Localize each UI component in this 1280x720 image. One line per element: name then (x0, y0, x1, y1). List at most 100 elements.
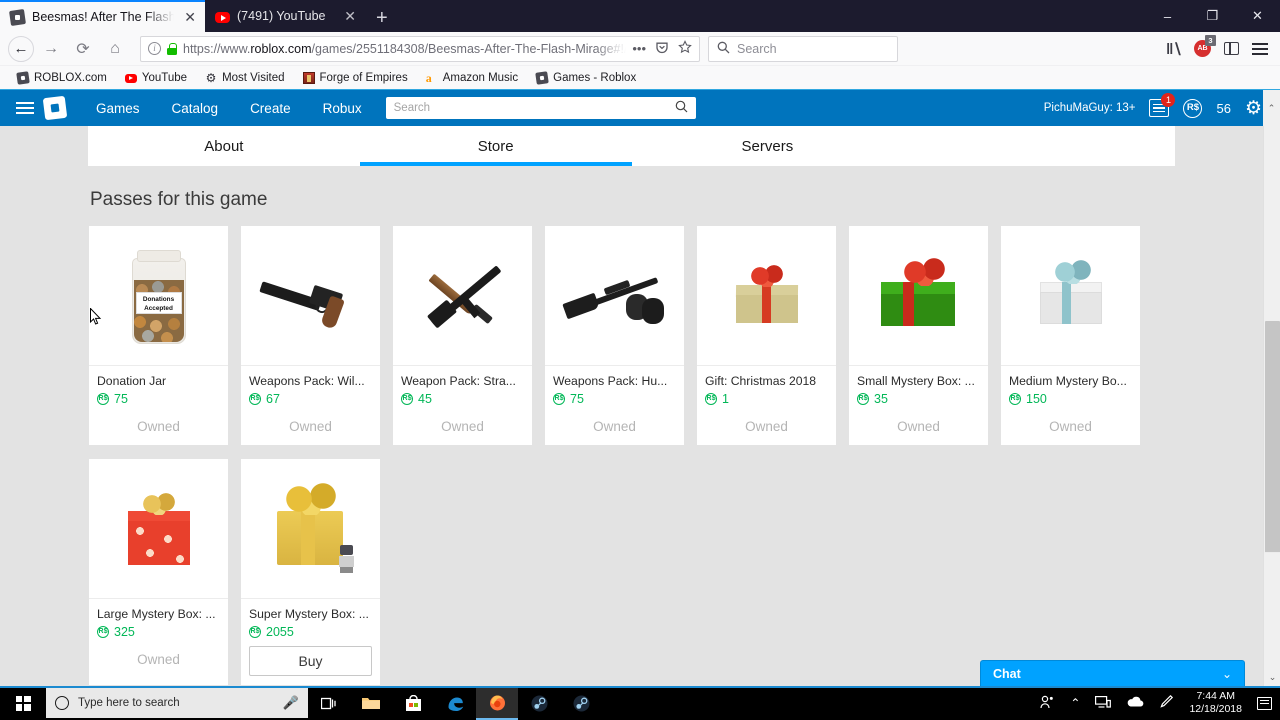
close-window-button[interactable]: ✕ (1235, 0, 1280, 32)
address-bar[interactable]: i https://www.roblox.com/games/255118430… (140, 35, 700, 62)
pass-card[interactable]: Weapon Pack: Stra... R$ 45 Owned (392, 225, 533, 446)
robux-icon[interactable]: R$ (1183, 98, 1203, 118)
file-explorer-icon[interactable] (350, 686, 392, 720)
roblox-icon (9, 8, 26, 26)
robux-icon: R$ (553, 393, 565, 405)
start-button[interactable] (0, 686, 46, 720)
pass-thumbnail[interactable] (545, 226, 684, 366)
hamburger-icon[interactable] (12, 102, 44, 114)
donation-jar-icon: Donations Accepted (128, 248, 190, 344)
robux-icon: R$ (401, 393, 413, 405)
bookmark-games-roblox[interactable]: Games - Roblox (527, 70, 645, 85)
nav-link-catalog[interactable]: Catalog (156, 101, 235, 116)
nav-link-create[interactable]: Create (234, 101, 307, 116)
pass-thumbnail[interactable]: Donations Accepted (89, 226, 228, 366)
edge-icon[interactable] (434, 686, 476, 720)
home-button[interactable]: ⌂ (100, 35, 130, 63)
browser-tab-youtube[interactable]: (7491) YouTube ✕ (205, 0, 365, 32)
messages-icon[interactable]: 1 (1149, 93, 1176, 117)
pass-card[interactable]: Super Mystery Box: ... R$ 2055 Buy (240, 458, 381, 686)
pass-thumbnail[interactable] (849, 226, 988, 366)
browser-tabstrip: Beesmas! After The Flash: Mira ✕ (7491) … (0, 0, 1280, 32)
bookmark-roblox-com[interactable]: ROBLOX.com (8, 70, 116, 85)
pass-card[interactable]: Donations Accepted Donation Jar R$ 75 Own… (88, 225, 229, 446)
scrollbar-up-arrow[interactable]: ⌃ (1263, 90, 1280, 126)
status-badge: Owned (745, 419, 788, 434)
close-icon[interactable]: ✕ (344, 8, 356, 25)
adblock-icon[interactable]: AB 3 (1194, 35, 1216, 57)
pass-thumbnail[interactable] (241, 459, 380, 599)
roblox-search-input[interactable]: Search (385, 97, 696, 119)
pass-price: R$ 67 (249, 392, 372, 406)
pass-thumbnail[interactable] (393, 226, 532, 366)
maximize-button[interactable]: ❐ (1190, 0, 1235, 32)
chevron-down-icon[interactable]: ⌄ (1222, 667, 1232, 681)
firefox-icon[interactable] (476, 686, 518, 720)
browser-tab-roblox[interactable]: Beesmas! After The Flash: Mira ✕ (0, 0, 205, 32)
tab-store[interactable]: Store (359, 126, 632, 166)
roblox-header-right: PichuMaGuy: 13+ 1 R$ 56 ⚙ (1044, 93, 1268, 118)
chevron-up-icon[interactable]: ⌃ (1070, 696, 1080, 710)
pass-card[interactable]: Weapons Pack: Wil... R$ 67 Owned (240, 225, 381, 446)
reload-button[interactable]: ⟳ (68, 35, 98, 63)
gear-icon[interactable]: ⚙ (1245, 99, 1262, 118)
pocket-icon[interactable] (655, 40, 669, 57)
scrollbar-thumb[interactable] (1265, 321, 1280, 553)
robux-icon: R$ (857, 393, 869, 405)
chat-widget[interactable]: Chat ⌄ (980, 660, 1245, 686)
tab-about[interactable]: About (88, 126, 360, 166)
bookmark-youtube[interactable]: YouTube (116, 72, 196, 84)
pass-card[interactable]: Large Mystery Box: ... R$ 325 Owned (88, 458, 229, 686)
pass-thumbnail[interactable] (697, 226, 836, 366)
browser-window: Beesmas! After The Flash: Mira ✕ (7491) … (0, 0, 1280, 686)
pass-thumbnail[interactable] (1001, 226, 1140, 366)
browser-search-box[interactable]: Search (708, 35, 898, 62)
robux-icon: R$ (97, 626, 109, 638)
microsoft-store-icon[interactable] (392, 686, 434, 720)
minimize-button[interactable]: – (1145, 0, 1190, 32)
cortana-icon (55, 696, 69, 710)
bookmark-most-visited[interactable]: ⚙ Most Visited (196, 72, 293, 84)
forward-button[interactable]: → (36, 35, 66, 63)
buy-button[interactable]: Buy (249, 646, 372, 676)
onedrive-icon[interactable] (1126, 695, 1144, 711)
close-icon[interactable]: ✕ (184, 9, 196, 26)
hamburger-icon[interactable] (1252, 42, 1268, 55)
taskbar-search-box[interactable]: Type here to search 🎤 (46, 688, 308, 718)
clock-date: 12/18/2018 (1189, 703, 1242, 715)
network-icon[interactable] (1095, 695, 1112, 712)
info-icon[interactable]: i (148, 42, 161, 55)
tab-servers[interactable]: Servers (632, 126, 904, 166)
pass-thumbnail[interactable] (89, 459, 228, 599)
page-scrollbar[interactable]: ⌄ (1263, 126, 1280, 686)
bookmark-amazon-music[interactable]: a Amazon Music (417, 72, 527, 84)
back-button[interactable]: ← (8, 35, 34, 62)
steam-icon[interactable] (518, 686, 560, 720)
page-actions-icon[interactable]: ••• (632, 41, 646, 56)
task-view-icon[interactable] (308, 686, 350, 720)
username-label[interactable]: PichuMaGuy: 13+ (1044, 102, 1136, 114)
pen-icon[interactable] (1159, 694, 1174, 712)
pass-card[interactable]: Gift: Christmas 2018 R$ 1 Owned (696, 225, 837, 446)
gear-icon: ⚙ (205, 70, 217, 85)
pass-card[interactable]: Medium Mystery Bo... R$ 150 Owned (1000, 225, 1141, 446)
adblock-count-badge: 3 (1205, 35, 1216, 46)
scrollbar-down-arrow[interactable]: ⌄ (1264, 669, 1280, 686)
steam-icon-2[interactable] (560, 686, 602, 720)
roblox-logo[interactable] (42, 95, 68, 121)
pass-thumbnail[interactable] (241, 226, 380, 366)
nav-link-robux[interactable]: Robux (307, 101, 378, 116)
nav-link-games[interactable]: Games (80, 101, 156, 116)
pass-card[interactable]: Small Mystery Box: ... R$ 35 Owned (848, 225, 989, 446)
pass-card[interactable]: Weapons Pack: Hu... R$ 75 Owned (544, 225, 685, 446)
library-icon[interactable]: ‖∖ (1166, 40, 1182, 58)
bookmark-star-icon[interactable] (678, 40, 692, 57)
bookmark-forge-of-empires[interactable]: Forge of Empires (294, 71, 417, 84)
action-center-icon[interactable] (1257, 696, 1272, 710)
microphone-icon[interactable]: 🎤 (283, 695, 299, 711)
new-tab-button[interactable]: + (365, 4, 399, 32)
taskbar-clock[interactable]: 7:44 AM 12/18/2018 (1189, 690, 1242, 716)
sidebar-icon[interactable] (1224, 42, 1239, 55)
people-icon[interactable] (1039, 695, 1055, 712)
search-icon[interactable] (675, 100, 688, 116)
